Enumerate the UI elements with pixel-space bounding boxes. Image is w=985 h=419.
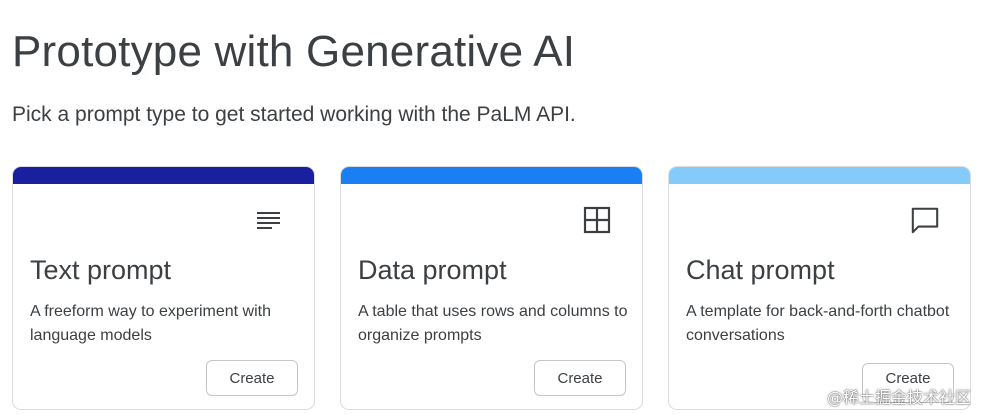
page-title: Prototype with Generative AI bbox=[12, 27, 576, 76]
text-prompt-card[interactable]: Text prompt A freeform way to experiment… bbox=[12, 166, 315, 410]
data-prompt-card[interactable]: Data prompt A table that uses rows and c… bbox=[340, 166, 643, 410]
chat-prompt-card[interactable]: Chat prompt A template for back-and-fort… bbox=[668, 166, 971, 410]
notes-lines-icon bbox=[254, 205, 284, 235]
create-text-prompt-button[interactable]: Create bbox=[206, 360, 298, 396]
watermark-text: @稀土掘金技术社区 bbox=[826, 388, 971, 407]
card-description: A freeform way to experiment with langua… bbox=[30, 303, 271, 344]
create-data-prompt-button[interactable]: Create bbox=[534, 360, 626, 396]
card-accent-bar bbox=[669, 167, 970, 184]
card-accent-bar bbox=[13, 167, 314, 184]
card-title: Chat prompt bbox=[686, 255, 835, 285]
table-grid-icon bbox=[582, 205, 612, 235]
page-subtitle: Pick a prompt type to get started workin… bbox=[12, 103, 576, 126]
card-title: Data prompt bbox=[358, 255, 507, 285]
card-title: Text prompt bbox=[30, 255, 172, 285]
card-accent-bar bbox=[341, 167, 642, 184]
chat-bubble-icon bbox=[910, 205, 940, 235]
card-description: A table that uses rows and columns to or… bbox=[358, 303, 628, 344]
card-description: A template for back-and-forth chatbot co… bbox=[686, 303, 950, 344]
